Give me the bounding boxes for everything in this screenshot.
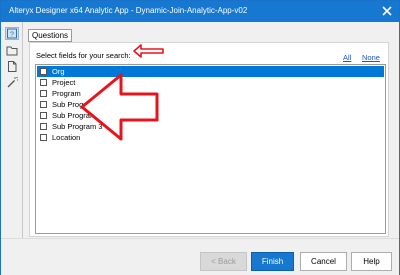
list-item-label: Sub Program 3 <box>52 122 103 131</box>
document-icon[interactable] <box>5 60 19 73</box>
finish-button[interactable]: Finish <box>251 252 294 271</box>
list-item[interactable]: Sub Program 3 <box>37 121 384 132</box>
magic-wand-icon[interactable] <box>5 76 19 89</box>
checkbox[interactable] <box>40 68 47 75</box>
checkbox[interactable] <box>40 90 47 97</box>
list-item-label: Project <box>52 78 76 87</box>
cancel-button[interactable]: Cancel <box>300 252 347 271</box>
list-item[interactable]: Location <box>37 132 384 143</box>
sidebar: ? <box>1 22 23 274</box>
list-item[interactable]: Org <box>37 66 384 77</box>
title-bar: Alteryx Designer x64 Analytic App - Dyna… <box>1 1 399 22</box>
list-item-label: Org <box>52 67 65 76</box>
field-listbox[interactable]: Org Project Program Sub Program Sub Prog… <box>35 64 386 234</box>
app-window: Alteryx Designer x64 Analytic App - Dyna… <box>0 0 400 275</box>
checkbox[interactable] <box>40 123 47 130</box>
svg-text:?: ? <box>10 32 14 39</box>
checkbox[interactable] <box>40 112 47 119</box>
list-item-label: Location <box>52 133 81 142</box>
list-item[interactable]: Program <box>37 88 384 99</box>
tab-questions[interactable]: Questions <box>28 29 73 42</box>
checkbox[interactable] <box>40 101 47 108</box>
window-title: Alteryx Designer x64 Analytic App - Dyna… <box>9 6 248 15</box>
close-icon[interactable] <box>379 3 395 19</box>
help-button[interactable]: Help <box>351 252 392 271</box>
question-prompt: Select fields for your search: <box>36 51 131 60</box>
list-item-label: Sub Program <box>52 100 97 109</box>
checkbox[interactable] <box>40 134 47 141</box>
list-item-label: Sub Program 2 <box>52 111 103 120</box>
select-all-link[interactable]: All <box>343 53 351 62</box>
list-item-label: Program <box>52 89 81 98</box>
list-item[interactable]: Sub Program <box>37 99 384 110</box>
checkbox[interactable] <box>40 79 47 86</box>
help-icon[interactable]: ? <box>5 27 19 40</box>
select-none-link[interactable]: None <box>362 53 380 62</box>
folder-open-icon[interactable] <box>5 44 19 57</box>
list-item[interactable]: Sub Program 2 <box>37 110 384 121</box>
button-bar: < Back Finish Cancel Help <box>1 238 399 275</box>
list-item[interactable]: Project <box>37 77 384 88</box>
questions-panel: Select fields for your search: All None … <box>29 42 389 237</box>
back-button[interactable]: < Back <box>200 252 247 271</box>
